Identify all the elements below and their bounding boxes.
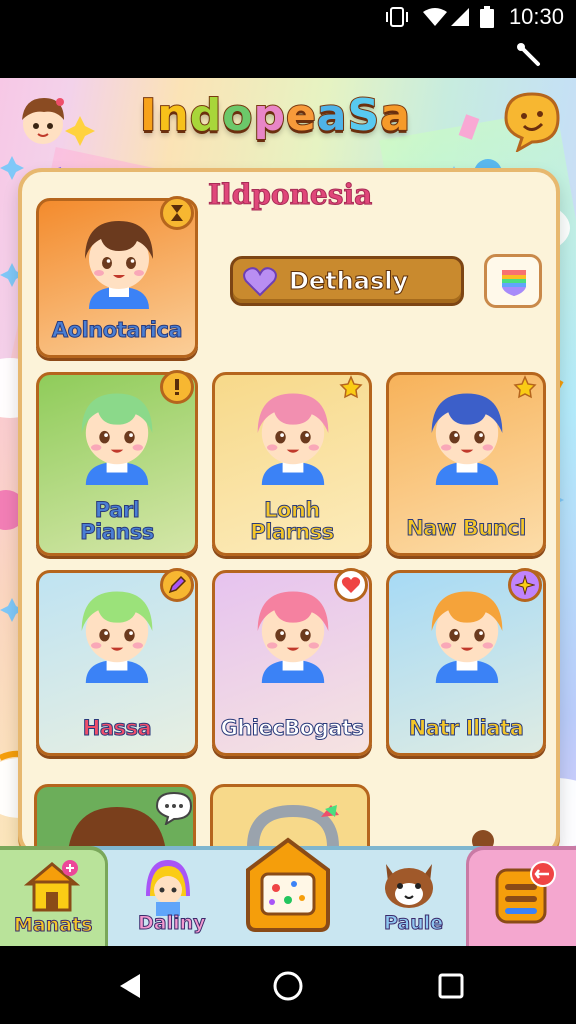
wifi-icon <box>423 8 447 26</box>
back-icon[interactable] <box>118 973 142 999</box>
character-name-line: Plarnss <box>250 520 335 544</box>
character-portrait <box>81 591 153 683</box>
plus-icon[interactable] <box>508 568 542 602</box>
character-name-line: Naw Buncl <box>406 516 527 540</box>
character-name: Natr Iliata <box>389 716 543 740</box>
character-portrait <box>431 393 503 485</box>
cat-pet-icon[interactable] <box>378 854 440 910</box>
nav-label-manats: Manats <box>13 914 93 937</box>
character-name-line: Parl <box>94 498 140 522</box>
title-letter: e <box>285 89 317 142</box>
character-name: Lonh Plarnss <box>215 498 369 544</box>
title-letter: n <box>156 89 190 142</box>
pencil-icon[interactable] <box>160 568 194 602</box>
panel-title: Ildponesia <box>207 178 373 212</box>
exclamation-icon[interactable] <box>160 370 194 404</box>
character-name: Hassa <box>39 716 195 740</box>
battery-icon <box>480 6 494 28</box>
recents-icon[interactable] <box>438 973 464 999</box>
title-letter: I <box>139 89 158 142</box>
character-portrait <box>85 221 153 309</box>
house-icon <box>24 860 80 912</box>
clock: 10:30 <box>508 4 564 29</box>
character-rainbow-avatar-icon[interactable] <box>140 856 196 916</box>
game-title: IndopeaSa <box>139 89 440 160</box>
signal-icon <box>451 8 469 26</box>
heart-icon <box>243 267 277 297</box>
title-letter: a <box>316 89 348 142</box>
bottom-nav: Manats Daliny Paule <box>0 837 576 946</box>
nav-home-tab[interactable]: Manats <box>0 846 108 946</box>
toolbar-strip <box>0 34 576 78</box>
character-portrait <box>257 393 329 485</box>
character-name-line: GhiecBogats <box>220 716 364 740</box>
title-letter: o <box>221 89 254 142</box>
system-nav-bar <box>0 946 576 1024</box>
rainbow-shield-button[interactable] <box>484 254 542 308</box>
character-name: GhiecBogats <box>215 716 369 740</box>
character-panel: Ildponesia Dethasly Aolnotarica Parl Pians… <box>18 168 560 858</box>
chat-icon[interactable] <box>500 88 564 152</box>
title-letter: S <box>346 89 381 142</box>
featured-button[interactable]: Dethasly <box>230 256 464 306</box>
title-letter: d <box>189 89 223 142</box>
player-avatar[interactable] <box>12 90 74 152</box>
status-bar: 10:30 <box>0 0 576 34</box>
character-name: Parl Pianss <box>39 498 195 544</box>
rainbow-shield-icon <box>502 270 526 296</box>
hourglass-icon[interactable] <box>160 196 194 230</box>
home-icon[interactable] <box>272 970 304 1002</box>
vibrate-icon <box>386 7 408 27</box>
character-name-line: Aolnotarica <box>51 318 183 342</box>
character-name: Aolnotarica <box>39 318 195 342</box>
speech-bubble-icon <box>155 791 193 825</box>
star-icon[interactable] <box>508 370 542 404</box>
wrench-icon[interactable] <box>516 42 542 68</box>
star-icon[interactable] <box>334 370 368 404</box>
title-letter: p <box>252 89 286 142</box>
character-name-line: Hassa <box>82 716 152 740</box>
character-portrait <box>431 591 503 683</box>
character-name-line: Pianss <box>80 520 155 544</box>
heart-icon[interactable] <box>334 568 368 602</box>
title-letter: a <box>379 89 411 142</box>
character-portrait <box>81 393 153 485</box>
nav-label-paule[interactable]: Paule <box>383 912 443 935</box>
menu-list-icon <box>495 861 556 924</box>
character-name: Naw Buncl <box>389 516 543 540</box>
character-portrait <box>257 591 329 683</box>
nav-label-daliny[interactable]: Daliny <box>138 912 207 935</box>
game-screen: IndopeaSa Ildponesia Dethasly Aolnotaric… <box>0 78 576 946</box>
nav-menu-tab[interactable] <box>466 846 576 946</box>
gallery-center-button[interactable] <box>244 836 332 932</box>
character-name-line: Lonh <box>264 498 321 522</box>
character-name-line: Natr Iliata <box>408 716 524 740</box>
featured-label: Dethasly <box>288 267 409 296</box>
